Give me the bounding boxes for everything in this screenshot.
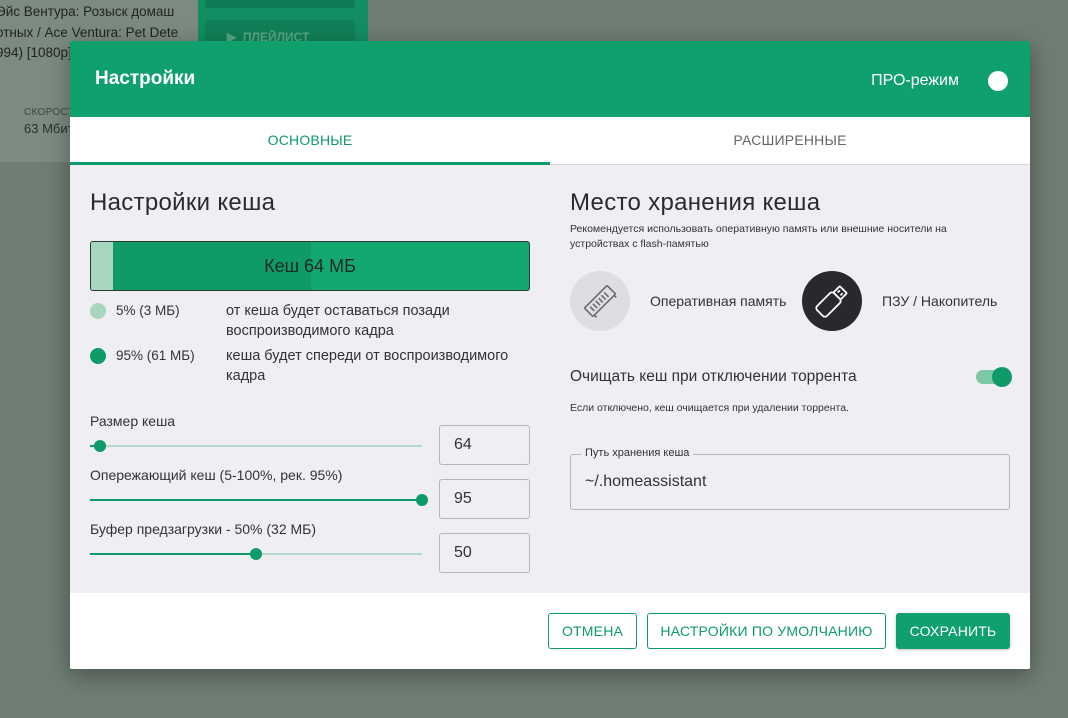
toggle-knob: [992, 367, 1012, 387]
slider-fill: [90, 499, 422, 501]
background-speed-value: 63 Мбит: [24, 121, 74, 136]
ram-icon: [584, 285, 617, 318]
behind-description: от кеша будет оставаться позади воспроиз…: [226, 303, 450, 339]
storage-option-disk[interactable]: ПЗУ / Накопитель: [802, 271, 1012, 333]
dialog-title: Настройки: [95, 68, 196, 89]
clear-cache-label: Очищать кеш при отключении торрента: [570, 368, 857, 385]
tab-advanced[interactable]: РАСШИРЕННЫЕ: [550, 117, 1030, 165]
pro-mode-toggle[interactable]: [988, 71, 1008, 91]
ahead-legend-dot: [90, 348, 106, 364]
cache-location-title: Место хранения кеша: [570, 189, 821, 216]
cache-size-input[interactable]: 64: [439, 425, 530, 465]
cache-distribution-bar: Кеш 64 МБ: [90, 241, 530, 291]
usb-drive-icon-circle: [802, 271, 862, 331]
preload-buffer-input[interactable]: 50: [439, 533, 530, 573]
readahead-input[interactable]: 95: [439, 479, 530, 519]
behind-percent: 5% (3 МБ): [116, 303, 180, 318]
background-button: [205, 0, 355, 8]
cache-size-slider[interactable]: [90, 440, 422, 452]
slider-track: [90, 445, 422, 447]
background-title-line: Эйс Вентура: Розыск домаш: [0, 4, 175, 19]
storage-option-disk-label: ПЗУ / Накопитель: [882, 293, 998, 309]
pro-mode-label: ПРО-режим: [871, 72, 959, 89]
behind-legend-dot: [90, 303, 106, 319]
dialog-header: Настройки ПРО-режим: [70, 41, 1030, 117]
readahead-slider[interactable]: [90, 494, 428, 506]
clear-cache-hint: Если отключено, кеш очищается при удален…: [570, 402, 849, 414]
readahead-label-text: Опережающий кеш (5-100%, рек. 95%): [90, 467, 343, 483]
ahead-description: кеша будет спереди от воспроизводимого к…: [226, 348, 509, 384]
tab-bar: ОСНОВНЫЕ РАСШИРЕННЫЕ: [70, 117, 1030, 165]
slider-fill: [90, 553, 256, 555]
background-title-line: отных / Ace Ventura: Pet Dete: [0, 24, 179, 40]
cache-path-label: Путь хранения кеша: [581, 447, 694, 459]
storage-option-ram-label: Оперативная память: [650, 293, 787, 309]
dialog-footer: ОТМЕНА НАСТРОЙКИ ПО УМОЛЧАНИЮ СОХРАНИТЬ: [70, 593, 1030, 669]
storage-option-ram[interactable]: Оперативная память: [570, 271, 795, 333]
cache-path-field[interactable]: Путь хранения кеша ~/.homeassistant: [570, 447, 1010, 510]
cache-location-hint: Рекомендуется использовать оперативную п…: [570, 223, 947, 250]
settings-dialog: Настройки ПРО-режим ОСНОВНЫЕ РАСШИРЕННЫЕ…: [70, 41, 1030, 669]
cache-size-label-text: Размер кеша: [90, 413, 176, 429]
defaults-button[interactable]: НАСТРОЙКИ ПО УМОЛЧАНИЮ: [647, 613, 886, 649]
ahead-percent: 95% (61 МБ): [116, 348, 195, 363]
slider-thumb[interactable]: [416, 494, 428, 506]
slider-thumb[interactable]: [250, 548, 262, 560]
preload-buffer-slider[interactable]: [90, 548, 422, 560]
cancel-button[interactable]: ОТМЕНА: [548, 613, 637, 649]
save-button[interactable]: СОХРАНИТЬ: [896, 613, 1010, 649]
active-tab-indicator: [70, 162, 550, 165]
preload-buffer-label-text: Буфер предзагрузки - 50% (32 МБ): [90, 521, 317, 537]
tab-basic[interactable]: ОСНОВНЫЕ: [70, 117, 550, 165]
slider-thumb[interactable]: [94, 440, 106, 452]
clear-cache-toggle[interactable]: [976, 366, 1012, 388]
ram-icon-circle: [570, 271, 630, 331]
cache-path-input[interactable]: ~/.homeassistant: [585, 473, 706, 491]
cache-size-label: Кеш 64 МБ: [264, 256, 356, 276]
usb-drive-icon: [815, 285, 848, 318]
cache-settings-title: Настройки кеша: [90, 189, 276, 216]
